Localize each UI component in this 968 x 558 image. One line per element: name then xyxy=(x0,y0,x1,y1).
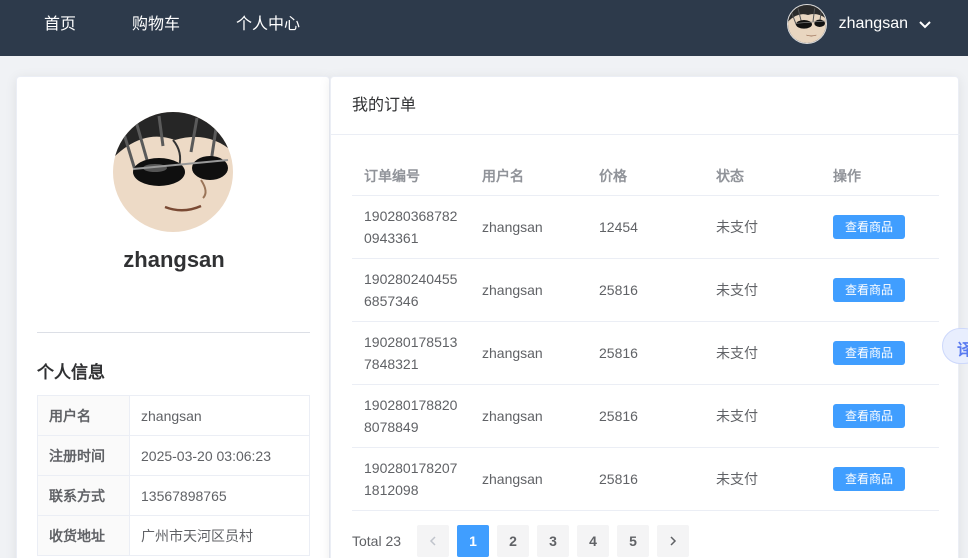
order-action-cell: 查看商品 xyxy=(821,321,939,385)
order-id-cell: 1902803687820943361 xyxy=(352,195,470,259)
info-value: zhangsan xyxy=(129,395,310,436)
next-page-button[interactable] xyxy=(657,525,690,557)
info-label: 收货地址 xyxy=(37,515,130,556)
order-user: zhangsan xyxy=(470,321,587,385)
order-id: 1902801785137848321 xyxy=(364,333,458,372)
order-price: 25816 xyxy=(587,258,704,322)
order-user: zhangsan xyxy=(470,447,587,511)
table-row: 1902803687820943361 zhangsan 12454 未支付 查… xyxy=(352,195,939,259)
order-user: zhangsan xyxy=(470,258,587,322)
orders-title: 我的订单 xyxy=(331,77,960,135)
order-id: 1902803687820943361 xyxy=(364,207,458,246)
order-action-cell: 查看商品 xyxy=(821,384,939,448)
info-value: 广州市天河区员村 xyxy=(129,515,310,556)
chevron-right-icon xyxy=(670,536,677,546)
order-status: 未支付 xyxy=(704,447,821,511)
order-status: 未支付 xyxy=(704,321,821,385)
info-label: 注册时间 xyxy=(37,435,130,476)
view-goods-button[interactable]: 查看商品 xyxy=(833,466,906,491)
order-status: 未支付 xyxy=(704,258,821,322)
chevron-left-icon xyxy=(429,536,436,546)
orders-card: 我的订单 订单编号 用户名 价格 状态 操作 19028036878209433… xyxy=(330,76,960,558)
order-user: zhangsan xyxy=(470,384,587,448)
order-id-cell: 1902801782071812098 xyxy=(352,447,470,511)
column-header-order-id: 订单编号 xyxy=(352,158,470,196)
prev-page-button[interactable] xyxy=(417,525,450,557)
translate-label: 译 xyxy=(957,342,968,359)
view-goods-button[interactable]: 查看商品 xyxy=(833,277,906,302)
profile-card: zhangsan 个人信息 用户名 zhangsan 注册时间 2025-03-… xyxy=(16,76,330,558)
avatar-sunglasses-icon xyxy=(786,4,827,44)
table-header-row: 订单编号 用户名 价格 状态 操作 xyxy=(352,158,939,196)
order-id-cell: 1902801785137848321 xyxy=(352,321,470,385)
table-row: 1902802404556857346 zhangsan 25816 未支付 查… xyxy=(352,258,939,322)
user-name[interactable]: zhangsan xyxy=(839,15,908,33)
page-1-button[interactable]: 1 xyxy=(457,525,490,557)
order-action-cell: 查看商品 xyxy=(821,195,939,259)
info-label: 用户名 xyxy=(37,395,130,436)
page-5-button[interactable]: 5 xyxy=(617,525,650,557)
nav-cart[interactable]: 购物车 xyxy=(132,0,180,50)
divider xyxy=(37,332,310,333)
page-2-button[interactable]: 2 xyxy=(497,525,530,557)
info-row-address: 收货地址 广州市天河区员村 xyxy=(37,515,310,556)
info-value: 13567898765 xyxy=(129,475,310,516)
page-3-button[interactable]: 3 xyxy=(537,525,570,557)
order-id: 1902801782071812098 xyxy=(364,459,458,498)
user-menu[interactable]: zhangsan xyxy=(786,4,932,44)
order-id-cell: 1902801788208078849 xyxy=(352,384,470,448)
info-row-contact: 联系方式 13567898765 xyxy=(37,475,310,516)
table-row: 1902801788208078849 zhangsan 25816 未支付 查… xyxy=(352,384,939,448)
column-header-price: 价格 xyxy=(587,158,704,196)
top-navbar: 首页 购物车 个人中心 zhangsan xyxy=(0,0,968,56)
column-header-username: 用户名 xyxy=(470,158,587,196)
order-id-cell: 1902802404556857346 xyxy=(352,258,470,322)
order-price: 12454 xyxy=(587,195,704,259)
nav-home[interactable]: 首页 xyxy=(44,0,76,50)
pagination: Total 23 1 2 3 4 5 xyxy=(352,525,697,557)
column-header-status: 状态 xyxy=(704,158,821,196)
personal-info-title: 个人信息 xyxy=(37,363,105,382)
view-goods-button[interactable]: 查看商品 xyxy=(833,403,906,428)
info-label: 联系方式 xyxy=(37,475,130,516)
info-row-register-time: 注册时间 2025-03-20 03:06:23 xyxy=(37,435,310,476)
order-status: 未支付 xyxy=(704,195,821,259)
pagination-total: Total 23 xyxy=(352,533,402,549)
column-header-actions: 操作 xyxy=(821,158,939,196)
order-status: 未支付 xyxy=(704,384,821,448)
order-price: 25816 xyxy=(587,447,704,511)
order-price: 25816 xyxy=(587,321,704,385)
table-row: 1902801782071812098 zhangsan 25816 未支付 查… xyxy=(352,447,939,511)
order-action-cell: 查看商品 xyxy=(821,258,939,322)
profile-avatar xyxy=(113,112,233,232)
table-row: 1902801785137848321 zhangsan 25816 未支付 查… xyxy=(352,321,939,385)
order-id: 1902802404556857346 xyxy=(364,270,458,309)
view-goods-button[interactable]: 查看商品 xyxy=(833,340,906,365)
order-action-cell: 查看商品 xyxy=(821,447,939,511)
info-row-username: 用户名 zhangsan xyxy=(37,395,310,436)
view-goods-button[interactable]: 查看商品 xyxy=(833,214,906,239)
order-id: 1902801788208078849 xyxy=(364,396,458,435)
order-price: 25816 xyxy=(587,384,704,448)
chevron-down-icon[interactable] xyxy=(918,17,932,31)
page-4-button[interactable]: 4 xyxy=(577,525,610,557)
info-value: 2025-03-20 03:06:23 xyxy=(129,435,310,476)
nav-personal-center[interactable]: 个人中心 xyxy=(236,0,300,50)
personal-info-table: 用户名 zhangsan 注册时间 2025-03-20 03:06:23 联系… xyxy=(37,395,310,556)
orders-table: 订单编号 用户名 价格 状态 操作 1902803687820943361 zh… xyxy=(352,158,939,511)
order-user: zhangsan xyxy=(470,195,587,259)
profile-name: zhangsan xyxy=(123,247,225,272)
